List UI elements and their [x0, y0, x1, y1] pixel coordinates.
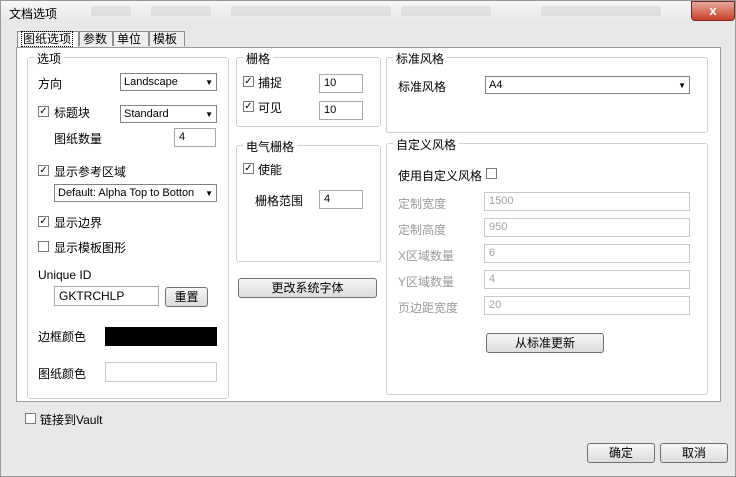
orientation-select[interactable]: Landscape ▼	[120, 73, 217, 91]
show-template-graphics-checkbox[interactable]	[38, 241, 49, 252]
grid-range-field[interactable]: 4	[319, 190, 363, 209]
close-icon: x	[709, 3, 717, 18]
custom-width-field[interactable]: 1500	[484, 192, 690, 211]
custom-style-group: 自定义风格 使用自定义风格 定制宽度 1500 定制高度 950 X区域数量 6…	[386, 136, 708, 395]
custom-style-group-label: 自定义风格	[393, 136, 460, 153]
title-block-checkbox[interactable]: ✓	[38, 106, 49, 117]
orientation-label: 方向	[38, 77, 63, 91]
update-from-standard-button[interactable]: 从标准更新	[486, 333, 604, 353]
border-color-swatch[interactable]	[105, 327, 217, 346]
snap-checkbox[interactable]: ✓	[243, 76, 254, 87]
snap-label: 捕捉	[258, 76, 283, 90]
background-title-ghost	[91, 6, 131, 16]
tab-template[interactable]: 模板	[149, 31, 185, 46]
background-title-ghost	[541, 6, 661, 16]
title-block-select[interactable]: Standard ▼	[120, 105, 217, 123]
sheet-count-label: 图纸数量	[54, 132, 103, 146]
sheet-color-label: 图纸颜色	[38, 367, 87, 381]
chevron-down-icon: ▼	[205, 78, 213, 87]
custom-height-field[interactable]: 950	[484, 218, 690, 237]
tab-sheet-options[interactable]: 图纸选项	[17, 31, 79, 48]
close-button[interactable]: x	[691, 1, 735, 21]
tab-units[interactable]: 单位	[113, 31, 149, 46]
electrical-grid-group-label: 电气栅格	[243, 138, 298, 155]
chevron-down-icon: ▼	[205, 189, 213, 198]
snap-field[interactable]: 10	[319, 74, 363, 93]
standard-style-group-label: 标准风格	[393, 50, 448, 67]
border-color-label: 边框颜色	[38, 330, 87, 344]
show-reference-zones-label: 显示参考区域	[54, 165, 127, 179]
grid-range-label: 栅格范围	[255, 194, 304, 208]
ok-button[interactable]: 确定	[587, 443, 655, 463]
unique-id-label: Unique ID	[38, 268, 92, 282]
use-custom-style-label: 使用自定义风格	[398, 169, 483, 183]
unique-id-field[interactable]: GKTRCHLP	[54, 286, 159, 306]
visible-checkbox[interactable]: ✓	[243, 101, 254, 112]
link-to-vault-checkbox[interactable]	[25, 413, 36, 424]
show-template-graphics-label: 显示模板图形	[54, 241, 127, 255]
margin-width-label: 页边距宽度	[398, 301, 459, 315]
show-reference-zones-checkbox[interactable]: ✓	[38, 165, 49, 176]
title-block-label: 标题块	[54, 106, 91, 120]
enable-label: 使能	[258, 163, 283, 177]
visible-label: 可见	[258, 101, 283, 115]
enable-checkbox[interactable]: ✓	[243, 163, 254, 174]
window-title: 文档选项	[9, 7, 58, 21]
options-group: 选项 方向 Landscape ▼ ✓ 标题块 Standard ▼ 图纸数量 4 …	[27, 50, 229, 399]
sheet-color-swatch[interactable]	[105, 362, 217, 382]
sheet-count-field[interactable]: 4	[174, 128, 216, 147]
background-title-ghost	[151, 6, 211, 16]
grid-group-label: 栅格	[243, 50, 274, 67]
chevron-down-icon: ▼	[205, 110, 213, 119]
margin-width-field[interactable]: 20	[484, 296, 690, 315]
background-title-ghost	[231, 6, 391, 16]
use-custom-style-checkbox[interactable]	[486, 168, 497, 179]
show-border-label: 显示边界	[54, 216, 103, 230]
background-title-ghost	[401, 6, 491, 16]
visible-field[interactable]: 10	[319, 101, 363, 120]
electrical-grid-group: 电气栅格 ✓ 使能 栅格范围 4	[236, 138, 381, 262]
chevron-down-icon: ▼	[678, 81, 686, 90]
grid-group: 栅格 ✓ 捕捉 10 ✓ 可见 10	[236, 50, 381, 127]
title-bar: 文档选项 x	[1, 1, 735, 23]
y-zone-count-field[interactable]: 4	[484, 270, 690, 289]
document-options-dialog: 文档选项 x 图纸选项 参数 单位 模板 选项 方向 Landscape ▼ ✓ …	[0, 0, 736, 477]
standard-style-select[interactable]: A4 ▼	[485, 76, 690, 94]
change-system-font-button[interactable]: 更改系统字体	[238, 278, 377, 298]
custom-width-label: 定制宽度	[398, 197, 447, 211]
x-zone-count-field[interactable]: 6	[484, 244, 690, 263]
standard-style-group: 标准风格 标准风格 A4 ▼	[386, 50, 708, 133]
options-group-label: 选项	[34, 50, 65, 67]
custom-height-label: 定制高度	[398, 223, 447, 237]
reference-zones-select[interactable]: Default: Alpha Top to Botton ▼	[54, 184, 217, 202]
link-to-vault-label: 链接到Vault	[40, 413, 103, 427]
reset-id-button[interactable]: 重置	[165, 287, 208, 307]
y-zone-count-label: Y区域数量	[398, 275, 455, 289]
tab-content-panel: 选项 方向 Landscape ▼ ✓ 标题块 Standard ▼ 图纸数量 4 …	[16, 47, 721, 402]
show-border-checkbox[interactable]: ✓	[38, 216, 49, 227]
standard-style-label: 标准风格	[398, 80, 447, 94]
x-zone-count-label: X区域数量	[398, 249, 455, 263]
cancel-button[interactable]: 取消	[660, 443, 728, 463]
tab-parameters[interactable]: 参数	[79, 31, 113, 46]
